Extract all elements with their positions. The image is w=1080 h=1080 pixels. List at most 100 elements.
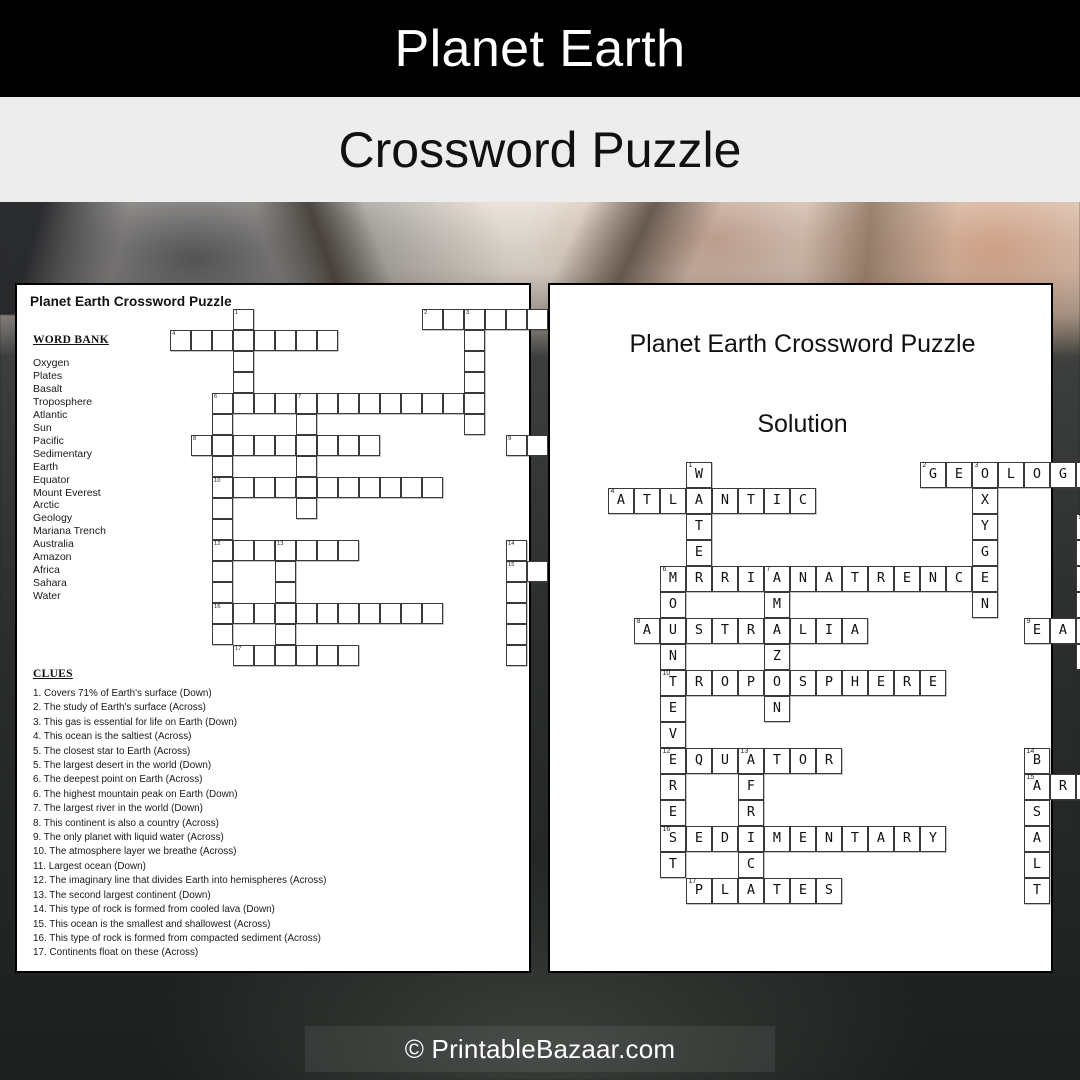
crossword-cell[interactable] [338,393,359,414]
crossword-cell[interactable] [254,330,275,351]
crossword-cell[interactable]: T [1024,878,1050,904]
crossword-cell[interactable]: T [842,826,868,852]
crossword-cell[interactable]: O [1024,462,1050,488]
crossword-cell[interactable] [191,330,212,351]
crossword-cell[interactable]: 7 [296,393,317,414]
crossword-cell[interactable] [359,393,380,414]
crossword-cell[interactable]: L [998,462,1024,488]
crossword-cell[interactable]: 6M [660,566,686,592]
crossword-cell[interactable] [506,582,527,603]
crossword-cell[interactable] [254,393,275,414]
crossword-cell[interactable] [275,624,296,645]
crossword-cell[interactable] [338,645,359,666]
crossword-cell[interactable]: T [686,514,712,540]
crossword-cell[interactable] [506,309,527,330]
crossword-cell[interactable] [443,393,464,414]
crossword-cell[interactable]: C [790,488,816,514]
crossword-cell[interactable] [296,540,317,561]
crossword-cell[interactable] [527,309,548,330]
crossword-cell[interactable]: V [660,722,686,748]
crossword-cell[interactable]: I [738,826,764,852]
crossword-cell[interactable]: A [1076,592,1080,618]
crossword-cell[interactable]: 3 [464,309,485,330]
crossword-cell[interactable]: I [816,618,842,644]
crossword-cell[interactable]: H [1076,566,1080,592]
crossword-cell[interactable]: 1W [686,462,712,488]
crossword-cell[interactable] [296,456,317,477]
crossword-cell[interactable]: M [764,592,790,618]
crossword-cell[interactable]: 13 A [738,748,764,774]
crossword-cell[interactable]: E [660,800,686,826]
crossword-cell[interactable]: T [764,878,790,904]
crossword-cell[interactable]: A [842,618,868,644]
crossword-cell[interactable]: U [712,748,738,774]
crossword-cell[interactable]: P [738,670,764,696]
crossword-cell[interactable] [254,603,275,624]
crossword-cell[interactable]: N [712,488,738,514]
crossword-cell[interactable] [317,540,338,561]
crossword-cell[interactable]: A [816,566,842,592]
crossword-cell[interactable] [443,309,464,330]
crossword-cell[interactable]: R [738,800,764,826]
crossword-cell[interactable]: S [1024,800,1050,826]
crossword-cell[interactable]: R [1050,774,1076,800]
crossword-cell[interactable] [212,414,233,435]
crossword-cell[interactable] [422,477,443,498]
crossword-cell[interactable]: O [712,670,738,696]
crossword-cell[interactable]: G [972,540,998,566]
crossword-cell[interactable]: N [816,826,842,852]
crossword-cell[interactable] [275,435,296,456]
crossword-cell[interactable] [275,582,296,603]
crossword-cell[interactable]: M [764,826,790,852]
crossword-cell[interactable] [464,414,485,435]
crossword-cell[interactable] [212,456,233,477]
crossword-cell[interactable]: O [790,748,816,774]
crossword-cell[interactable]: N [790,566,816,592]
crossword-cell[interactable] [338,435,359,456]
crossword-cell[interactable]: L [712,878,738,904]
crossword-cell[interactable] [317,393,338,414]
crossword-cell[interactable]: N [764,696,790,722]
crossword-cell[interactable] [233,435,254,456]
crossword-cell[interactable] [401,603,422,624]
crossword-cell[interactable]: U [660,618,686,644]
crossword-cell[interactable] [296,498,317,519]
crossword-cell[interactable]: S [816,878,842,904]
crossword-cell[interactable]: E [946,462,972,488]
crossword-cell[interactable] [422,603,443,624]
crossword-cell[interactable]: T [660,852,686,878]
crossword-cell[interactable]: C [738,852,764,878]
crossword-cell[interactable] [506,603,527,624]
crossword-cell[interactable]: E [686,826,712,852]
crossword-cell[interactable] [275,561,296,582]
crossword-cell[interactable]: T [738,488,764,514]
crossword-cell[interactable]: C [946,566,972,592]
crossword-cell[interactable] [212,561,233,582]
crossword-cell[interactable] [233,603,254,624]
crossword-cell[interactable]: I [738,566,764,592]
crossword-cell[interactable] [296,330,317,351]
crossword-cell[interactable]: E [790,826,816,852]
crossword-cell[interactable]: A [764,618,790,644]
crossword-cell[interactable]: 7A [764,566,790,592]
crossword-cell[interactable] [338,540,359,561]
crossword-cell[interactable]: T [764,748,790,774]
crossword-cell[interactable]: 10 [212,477,233,498]
crossword-cell[interactable] [506,645,527,666]
crossword-cell[interactable]: T [634,488,660,514]
crossword-cell[interactable]: 16 S [660,826,686,852]
crossword-cell[interactable] [296,645,317,666]
crossword-cell[interactable]: O [764,670,790,696]
crossword-cell[interactable]: S [790,670,816,696]
crossword-cell[interactable]: Y [972,514,998,540]
crossword-cell[interactable]: 10 T [660,670,686,696]
crossword-cell[interactable] [254,540,275,561]
crossword-cell[interactable] [422,393,443,414]
crossword-cell[interactable]: N [660,644,686,670]
crossword-cell[interactable]: Q [686,748,712,774]
crossword-cell[interactable] [233,540,254,561]
crossword-cell[interactable]: A [738,878,764,904]
crossword-cell[interactable]: T [712,618,738,644]
crossword-cell[interactable]: L [790,618,816,644]
crossword-cell[interactable] [464,330,485,351]
